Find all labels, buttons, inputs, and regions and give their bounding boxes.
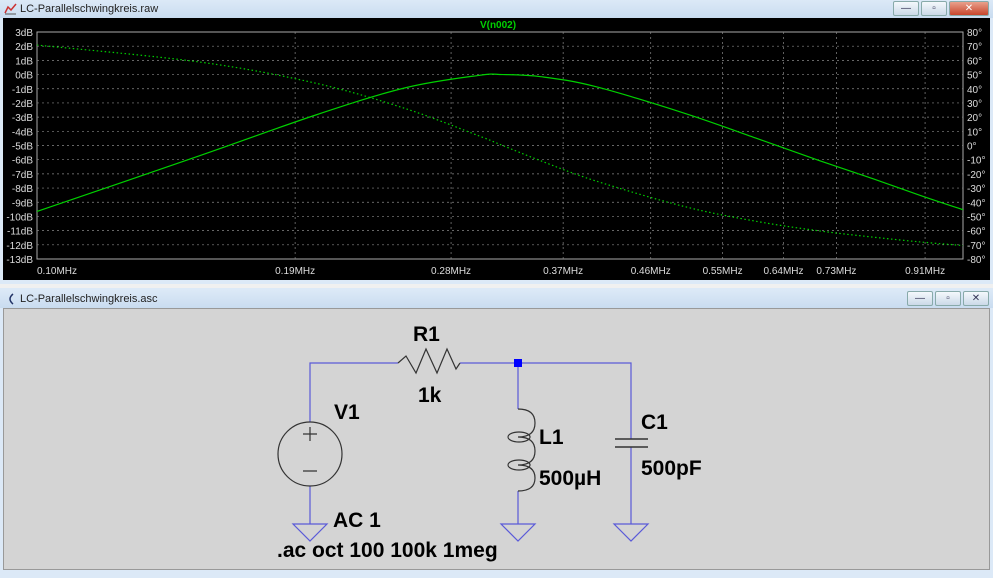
chart-svg: V(n002) 3dB 2dB 1dB 0dB -1dB -2dB -3dB -4dB -5dB… (6, 20, 985, 277)
trace-label[interactable]: V(n002) (480, 20, 516, 31)
waveform-plot[interactable]: V(n002) 3dB 2dB 1dB 0dB -1dB -2dB -3dB -4dB -5dB… (3, 18, 990, 280)
ground-symbol[interactable] (612, 523, 650, 542)
y-right-tick-label: -70° (967, 241, 985, 252)
y-right-tick-label: -80° (967, 255, 985, 266)
y-left-tick-label: -9dB (12, 198, 33, 209)
ground-symbol[interactable] (499, 523, 537, 542)
y-left-tick-label: 2dB (15, 42, 33, 53)
c1-name[interactable]: C1 (641, 411, 668, 434)
y-left-tick-label: -8dB (12, 184, 33, 195)
minimize-button[interactable]: — (907, 291, 933, 306)
y-left-tick-label: -10dB (6, 212, 33, 223)
plot-window-titlebar[interactable]: LC-Parallelschwingkreis.raw — ▫ ✕ (0, 0, 993, 18)
r1-name[interactable]: R1 (413, 323, 440, 346)
x-tick-label: 0.73MHz (816, 266, 856, 277)
resistor-r1[interactable] (397, 347, 461, 375)
voltage-source-v1[interactable] (277, 421, 343, 487)
plot-window: LC-Parallelschwingkreis.raw — ▫ ✕ V(n002… (0, 0, 993, 284)
y-right-tick-label: -20° (967, 170, 985, 181)
plot-frame (36, 31, 964, 260)
wire[interactable] (309, 362, 632, 524)
series-magnitude_dB (36, 73, 964, 213)
y-right-tick-label: 30° (967, 99, 982, 110)
inductor-l1[interactable] (507, 408, 536, 492)
y-right-tick-label: 40° (967, 85, 982, 96)
y-left-tick-label: -1dB (12, 85, 33, 96)
y-right-tick-label: 10° (967, 127, 982, 138)
y-right-tick-label: 0° (967, 142, 977, 153)
y-left-tick-label: -6dB (12, 156, 33, 167)
y-right-tick-label: 70° (967, 42, 982, 53)
y-left-tick-label: -3dB (12, 113, 33, 124)
schematic-window-title: LC-Parallelschwingkreis.asc (20, 293, 158, 305)
restore-button[interactable]: ▫ (935, 291, 961, 306)
y-right-tick-label: -10° (967, 156, 985, 167)
x-tick-label: 0.91MHz (905, 266, 945, 277)
capacitor-c1[interactable] (615, 438, 648, 448)
x-tick-label: 0.37MHz (543, 266, 583, 277)
x-tick-label: 0.19MHz (275, 266, 315, 277)
plot-window-title: LC-Parallelschwingkreis.raw (20, 3, 159, 15)
y-left-tick-label: -7dB (12, 170, 33, 181)
y-left-tick-label: 3dB (15, 28, 33, 39)
series-phase_deg (36, 44, 964, 247)
r1-value[interactable]: 1k (418, 384, 442, 407)
y-right-tick-label: 50° (967, 71, 982, 82)
waveform-icon (4, 3, 17, 15)
y-right-tick-label: 20° (967, 113, 982, 124)
minimize-button[interactable]: — (893, 1, 919, 16)
y-right-tick-label: -60° (967, 227, 985, 238)
v1-name[interactable]: V1 (334, 401, 360, 424)
y-right-tick-label: -50° (967, 212, 985, 223)
schematic-svg: R1 1k V1 AC 1 L1 500µH C1 500pF .ac oct … (277, 323, 702, 562)
x-tick-label: 0.10MHz (37, 266, 77, 277)
y-left-tick-label: -5dB (12, 142, 33, 153)
x-tick-label: 0.64MHz (764, 266, 804, 277)
x-tick-label: 0.28MHz (431, 266, 471, 277)
schematic-window-titlebar[interactable]: LC-Parallelschwingkreis.asc — ▫ ✕ (0, 290, 993, 308)
close-button[interactable]: ✕ (949, 1, 989, 16)
y-left-tick-label: -2dB (12, 99, 33, 110)
schematic-canvas[interactable]: R1 1k V1 AC 1 L1 500µH C1 500pF .ac oct … (3, 308, 990, 570)
close-button[interactable]: ✕ (963, 291, 989, 306)
y-right-tick-label: 60° (967, 56, 982, 67)
x-tick-label: 0.46MHz (631, 266, 671, 277)
c1-value[interactable]: 500pF (641, 457, 702, 480)
y-left-tick-label: -11dB (7, 227, 33, 238)
y-left-tick-label: -4dB (12, 127, 33, 138)
ac-directive[interactable]: .ac oct 100 100k 1meg (277, 539, 498, 562)
v1-value[interactable]: AC 1 (333, 509, 381, 532)
schematic-icon (9, 293, 14, 305)
y-right-tick-label: 80° (967, 28, 982, 39)
restore-button[interactable]: ▫ (921, 1, 947, 16)
x-tick-label: 0.55MHz (703, 266, 743, 277)
y-right-tick-label: -40° (967, 198, 985, 209)
schematic-window: LC-Parallelschwingkreis.asc — ▫ ✕ R1 1k … (0, 288, 993, 578)
l1-value[interactable]: 500µH (539, 467, 601, 490)
l1-name[interactable]: L1 (539, 426, 564, 449)
node-n002[interactable] (514, 359, 522, 367)
y-left-tick-label: 0dB (15, 71, 33, 82)
y-left-tick-label: 1dB (15, 56, 33, 67)
y-left-tick-label: -13dB (6, 255, 33, 266)
y-left-tick-label: -12dB (6, 241, 33, 252)
y-right-tick-label: -30° (967, 184, 985, 195)
